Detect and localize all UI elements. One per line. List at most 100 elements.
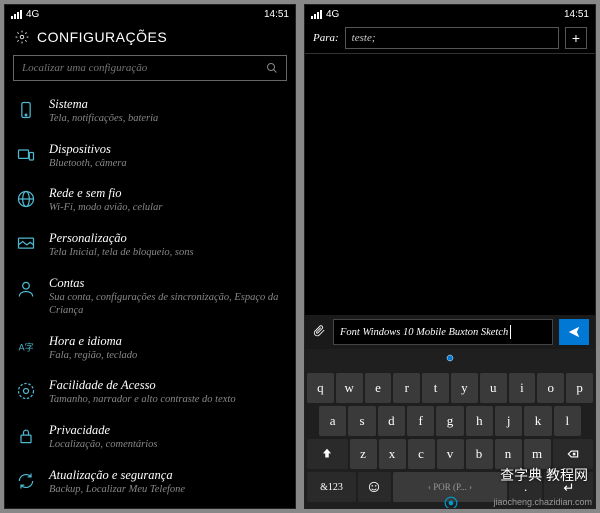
item-title: Rede e sem fio <box>49 186 285 201</box>
key-h[interactable]: h <box>466 406 493 436</box>
item-sub: Sua conta, configurações de sincronizaçã… <box>49 291 285 318</box>
item-title: Contas <box>49 276 285 291</box>
key-row-1: q w e r t y u i o p <box>307 373 593 403</box>
compose-body[interactable] <box>305 54 595 315</box>
settings-list: SistemaTela, notificações, bateria Dispo… <box>5 89 295 508</box>
settings-item-atualizacao[interactable]: Atualização e segurançaBackup, Localizar… <box>5 460 295 505</box>
key-emoji[interactable] <box>358 472 391 502</box>
item-title: Privacidade <box>49 423 285 438</box>
key-f[interactable]: f <box>407 406 434 436</box>
item-title: Hora e idioma <box>49 334 285 349</box>
settings-item-extras[interactable]: Extras <box>5 504 295 508</box>
add-recipient-button[interactable]: + <box>565 27 587 49</box>
privacy-icon <box>15 425 37 447</box>
cursor-dot-icon <box>444 496 456 508</box>
personalization-icon <box>15 233 37 255</box>
key-g[interactable]: g <box>436 406 463 436</box>
key-k[interactable]: k <box>524 406 551 436</box>
item-sub: Wi-Fi, modo avião, celular <box>49 201 285 215</box>
key-v[interactable]: v <box>437 439 464 469</box>
key-x[interactable]: x <box>379 439 406 469</box>
key-row-2: a s d f g h j k l <box>307 406 593 436</box>
settings-item-facilidade[interactable]: Facilidade de AcessoTamanho, narrador e … <box>5 370 295 415</box>
statusbar: 4G 14:51 <box>305 5 595 23</box>
key-o[interactable]: o <box>537 373 564 403</box>
key-numbers[interactable]: &123 <box>307 472 356 502</box>
settings-item-privacidade[interactable]: PrivacidadeLocalização, comentários <box>5 415 295 460</box>
to-label: Para: <box>313 32 339 44</box>
key-j[interactable]: j <box>495 406 522 436</box>
item-sub: Localização, comentários <box>49 438 285 452</box>
phone-settings: 4G 14:51 CONFIGURAÇÕES SistemaTela, noti… <box>4 4 296 509</box>
settings-item-dispositivos[interactable]: DispositivosBluetooth, câmera <box>5 134 295 179</box>
devices-icon <box>15 144 37 166</box>
settings-header: CONFIGURAÇÕES <box>5 23 295 51</box>
send-button[interactable] <box>559 319 589 345</box>
input-row: Font Windows 10 Mobile Buxton Sketch <box>305 315 595 349</box>
message-text: Font Windows 10 Mobile Buxton Sketch <box>340 327 508 338</box>
item-sub: Fala, região, teclado <box>49 349 285 363</box>
message-input[interactable]: Font Windows 10 Mobile Buxton Sketch <box>333 319 553 345</box>
keyboard: q w e r t y u i o p a s d f g h j k l z … <box>305 369 595 508</box>
search-box[interactable] <box>13 55 287 81</box>
device-icon <box>15 99 37 121</box>
key-a[interactable]: a <box>319 406 346 436</box>
watermark-text: 查字典 教程网 <box>500 465 588 485</box>
accessibility-icon <box>15 380 37 402</box>
statusbar: 4G 14:51 <box>5 5 295 23</box>
item-title: Dispositivos <box>49 142 285 157</box>
item-title: Atualização e segurança <box>49 468 285 483</box>
settings-item-personalizacao[interactable]: PersonalizaçãoTela Inicial, tela de bloq… <box>5 223 295 268</box>
item-title: Personalização <box>49 231 285 246</box>
recipient-value: teste; <box>352 32 376 44</box>
key-r[interactable]: r <box>393 373 420 403</box>
item-title: Facilidade de Acesso <box>49 378 285 393</box>
key-t[interactable]: t <box>422 373 449 403</box>
signal-icon <box>311 10 322 19</box>
settings-item-hora[interactable]: A字 Hora e idiomaFala, região, teclado <box>5 326 295 371</box>
send-icon <box>567 325 581 339</box>
settings-item-sistema[interactable]: SistemaTela, notificações, bateria <box>5 89 295 134</box>
key-space[interactable]: ‹ POR (P... › <box>393 472 507 502</box>
globe-icon <box>15 188 37 210</box>
key-shift[interactable] <box>307 439 348 469</box>
key-z[interactable]: z <box>350 439 377 469</box>
key-d[interactable]: d <box>378 406 405 436</box>
item-sub: Backup, Localizar Meu Telefone <box>49 483 285 497</box>
key-u[interactable]: u <box>480 373 507 403</box>
plus-icon: + <box>572 30 580 46</box>
item-title: Sistema <box>49 97 285 112</box>
key-l[interactable]: l <box>554 406 581 436</box>
network-label: 4G <box>26 9 39 20</box>
search-icon <box>266 62 278 74</box>
clock: 14:51 <box>264 9 289 20</box>
watermark-url: jiaocheng.chazidian.com <box>493 497 592 507</box>
key-p[interactable]: p <box>566 373 593 403</box>
clock: 14:51 <box>564 9 589 20</box>
phone-compose: 4G 14:51 Para: teste; + Font Windows 10 … <box>304 4 596 509</box>
item-sub: Tamanho, narrador e alto contraste do te… <box>49 393 285 407</box>
signal-icon <box>11 10 22 19</box>
item-sub: Tela, notificações, bateria <box>49 112 285 126</box>
search-input[interactable] <box>22 62 266 74</box>
recipient-input[interactable]: teste; <box>345 27 559 49</box>
settings-item-rede[interactable]: Rede e sem fioWi-Fi, modo avião, celular <box>5 178 295 223</box>
page-title: CONFIGURAÇÕES <box>37 29 167 45</box>
svg-text:A字: A字 <box>19 341 34 352</box>
key-b[interactable]: b <box>466 439 493 469</box>
settings-item-contas[interactable]: ContasSua conta, configurações de sincro… <box>5 268 295 326</box>
key-c[interactable]: c <box>408 439 435 469</box>
key-q[interactable]: q <box>307 373 334 403</box>
attach-icon[interactable] <box>311 323 327 342</box>
key-w[interactable]: w <box>336 373 363 403</box>
key-e[interactable]: e <box>365 373 392 403</box>
key-y[interactable]: y <box>451 373 478 403</box>
time-language-icon: A字 <box>15 336 37 358</box>
key-i[interactable]: i <box>509 373 536 403</box>
item-sub: Tela Inicial, tela de bloqueio, sons <box>49 246 285 260</box>
update-icon <box>15 470 37 492</box>
cursor-handle[interactable] <box>305 349 595 369</box>
text-cursor <box>510 325 511 339</box>
accounts-icon <box>15 278 37 300</box>
key-s[interactable]: s <box>348 406 375 436</box>
